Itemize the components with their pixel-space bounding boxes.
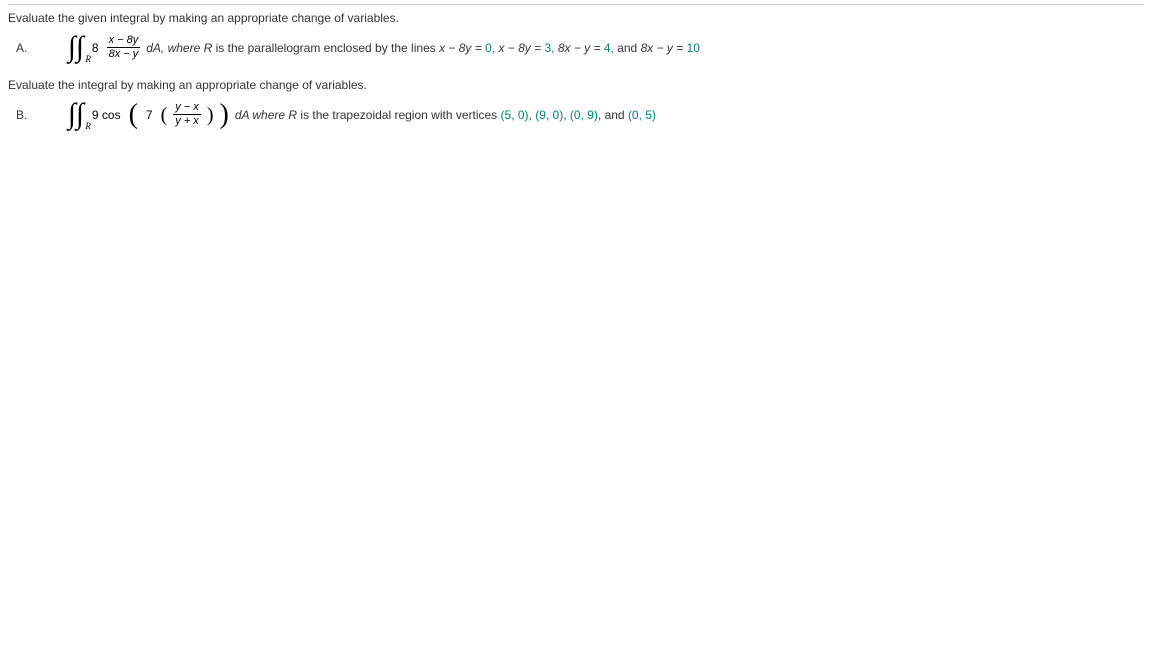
fraction: y − x y + x	[173, 101, 201, 128]
rparen-icon: )	[219, 101, 228, 129]
inner-coef: 7	[146, 108, 153, 122]
rparen-icon: )	[207, 105, 214, 125]
fraction: x − 8y 8x − y	[107, 34, 141, 61]
coefficient: 9 cos	[92, 108, 121, 122]
lparen-icon: (	[129, 101, 138, 129]
description-a: dA, where R is the parallelogram enclose…	[146, 41, 700, 55]
prompt-a: Evaluate the given integral by making an…	[8, 11, 1144, 25]
integral-icon: ∫∫R	[68, 100, 84, 129]
lparen-icon: (	[161, 105, 168, 125]
description-b: dA where R is the trapezoidal region wit…	[235, 108, 656, 122]
integral-icon: ∫∫R	[68, 33, 84, 62]
prompt-b: Evaluate the integral by making an appro…	[8, 78, 1144, 92]
problem-b: B. ∫∫R 9 cos ( 7 ( y − x y + x ) ) dA wh…	[8, 100, 1144, 129]
coefficient: 8	[92, 41, 99, 55]
problem-a: A. ∫∫R 8 x − 8y 8x − y dA, where R is th…	[8, 33, 1144, 62]
label-a: A.	[8, 41, 38, 55]
label-b: B.	[8, 108, 38, 122]
